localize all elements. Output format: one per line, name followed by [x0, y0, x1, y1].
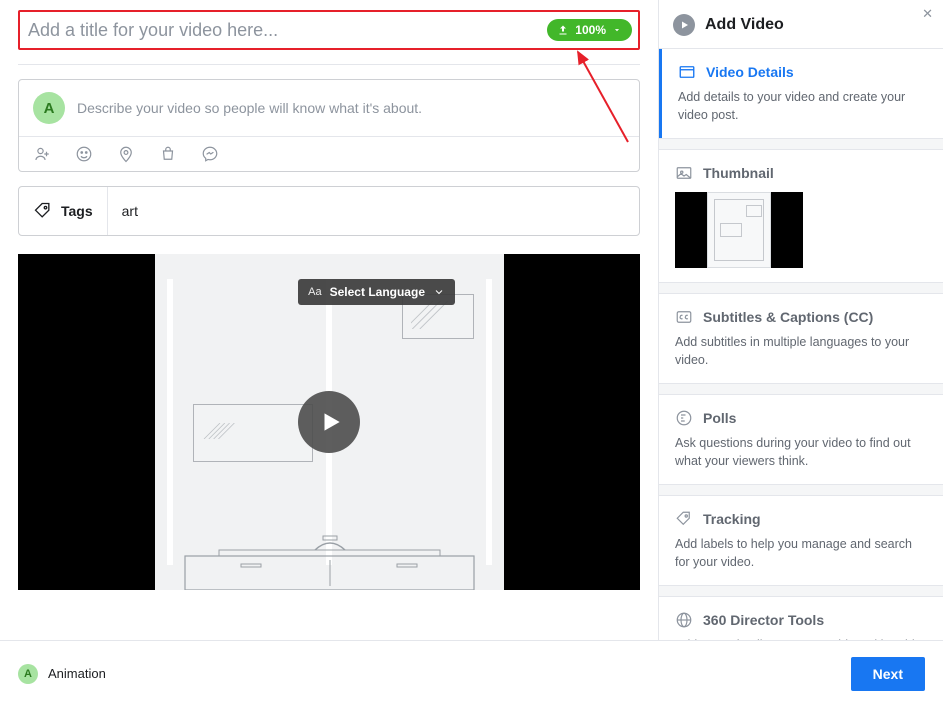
section-360-director[interactable]: 360 Director Tools Add more detail to yo…	[659, 596, 943, 640]
section-polls[interactable]: Polls Ask questions during your video to…	[659, 394, 943, 485]
section-title: Video Details	[706, 64, 794, 80]
globe-icon	[675, 611, 693, 629]
sidebar-scroll[interactable]: Video Details Add details to your video …	[659, 48, 943, 640]
messenger-icon[interactable]	[201, 145, 219, 163]
chevron-down-icon	[433, 286, 445, 298]
tags-label-text: Tags	[61, 203, 93, 219]
section-subtitle: Add subtitles in multiple languages to y…	[675, 334, 927, 369]
section-subtitles[interactable]: Subtitles & Captions (CC) Add subtitles …	[659, 293, 943, 384]
sidebar-header: Add Video ✕	[659, 0, 943, 48]
details-icon	[678, 63, 696, 81]
play-circle-icon	[673, 14, 695, 36]
tags-row: Tags	[18, 186, 640, 236]
caret-down-icon	[612, 25, 622, 35]
description-input[interactable]: Describe your video so people will know …	[77, 100, 625, 116]
section-subtitle: Add details to your video and create you…	[678, 89, 927, 124]
upload-icon	[557, 24, 569, 36]
image-icon	[675, 164, 693, 182]
tracking-icon	[675, 510, 693, 528]
title-bar: 100%	[18, 10, 640, 50]
location-icon[interactable]	[117, 145, 135, 163]
thumbnail-preview[interactable]	[675, 192, 803, 268]
section-video-details[interactable]: Video Details Add details to your video …	[659, 48, 943, 139]
section-title: Thumbnail	[703, 165, 774, 181]
close-icon[interactable]: ✕	[922, 6, 933, 22]
polls-icon	[675, 409, 693, 427]
sidebar: Add Video ✕ Video Details Add details to…	[658, 0, 943, 640]
description-toolbar	[19, 136, 639, 171]
cc-icon	[675, 308, 693, 326]
tag-icon	[33, 201, 53, 221]
tags-label-cell: Tags	[19, 187, 108, 235]
language-label: Select Language	[330, 285, 425, 299]
section-subtitle: Add labels to help you manage and search…	[675, 536, 927, 571]
upload-progress-pill[interactable]: 100%	[547, 19, 632, 41]
play-button[interactable]	[298, 391, 360, 453]
author-avatar: A	[33, 92, 65, 124]
tag-people-icon[interactable]	[33, 145, 51, 163]
select-language-dropdown[interactable]: Aa Select Language	[298, 279, 455, 305]
section-title: Polls	[703, 410, 736, 426]
language-aa-icon: Aa	[308, 286, 321, 298]
next-button[interactable]: Next	[851, 657, 925, 691]
section-title: 360 Director Tools	[703, 612, 824, 628]
tags-input[interactable]	[108, 187, 639, 235]
section-title: Tracking	[703, 511, 761, 527]
divider	[18, 64, 640, 65]
section-title: Subtitles & Captions (CC)	[703, 309, 873, 325]
video-preview: Aa Select Language	[18, 254, 640, 590]
feeling-icon[interactable]	[75, 145, 93, 163]
product-tag-icon[interactable]	[159, 145, 177, 163]
footer: A Animation Next	[0, 640, 943, 706]
upload-percent: 100%	[575, 23, 606, 37]
footer-avatar: A	[18, 664, 38, 684]
footer-label: Animation	[48, 666, 106, 681]
video-title-input[interactable]	[28, 20, 547, 41]
section-thumbnail[interactable]: Thumbnail	[659, 149, 943, 283]
description-card: A Describe your video so people will kno…	[18, 79, 640, 172]
sidebar-title: Add Video	[705, 16, 784, 34]
section-tracking[interactable]: Tracking Add labels to help you manage a…	[659, 495, 943, 586]
section-subtitle: Ask questions during your video to find …	[675, 435, 927, 470]
